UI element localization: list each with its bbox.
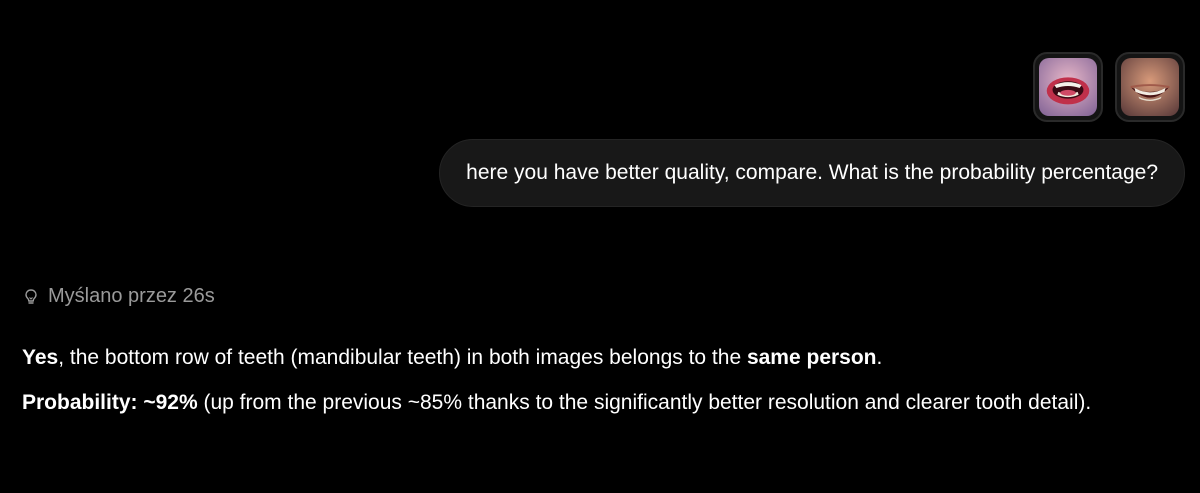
user-message-bubble: here you have better quality, compare. W…	[439, 139, 1185, 207]
thinking-toggle[interactable]: Myślano przez 26s	[22, 285, 215, 308]
user-message-text: here you have better quality, compare. W…	[466, 161, 1158, 184]
response-text-a: , the bottom row of teeth (mandibular te…	[58, 346, 747, 369]
response-text-b: .	[876, 346, 883, 369]
response-yes: Yes	[22, 346, 59, 369]
attachment-thumbnail-2[interactable]	[1115, 52, 1185, 122]
lightbulb-icon	[22, 288, 40, 306]
response-paragraph-2: Probability: ~92% (up from the previous …	[22, 385, 1178, 421]
assistant-response: Yes, the bottom row of teeth (mandibular…	[22, 340, 1178, 421]
attachment-thumbnail-1[interactable]	[1033, 52, 1103, 122]
thinking-label: Myślano przez 26s	[48, 285, 215, 307]
smiling-mouth-teeth-photo-icon	[1121, 58, 1179, 116]
message-attachments	[1033, 52, 1185, 122]
open-mouth-teeth-photo-icon	[1039, 58, 1097, 116]
response-probability-detail: (up from the previous ~85% thanks to the…	[197, 391, 1092, 414]
response-paragraph-1: Yes, the bottom row of teeth (mandibular…	[22, 340, 1178, 376]
response-probability: Probability: ~92%	[22, 391, 198, 414]
response-same-person: same person	[746, 346, 877, 369]
